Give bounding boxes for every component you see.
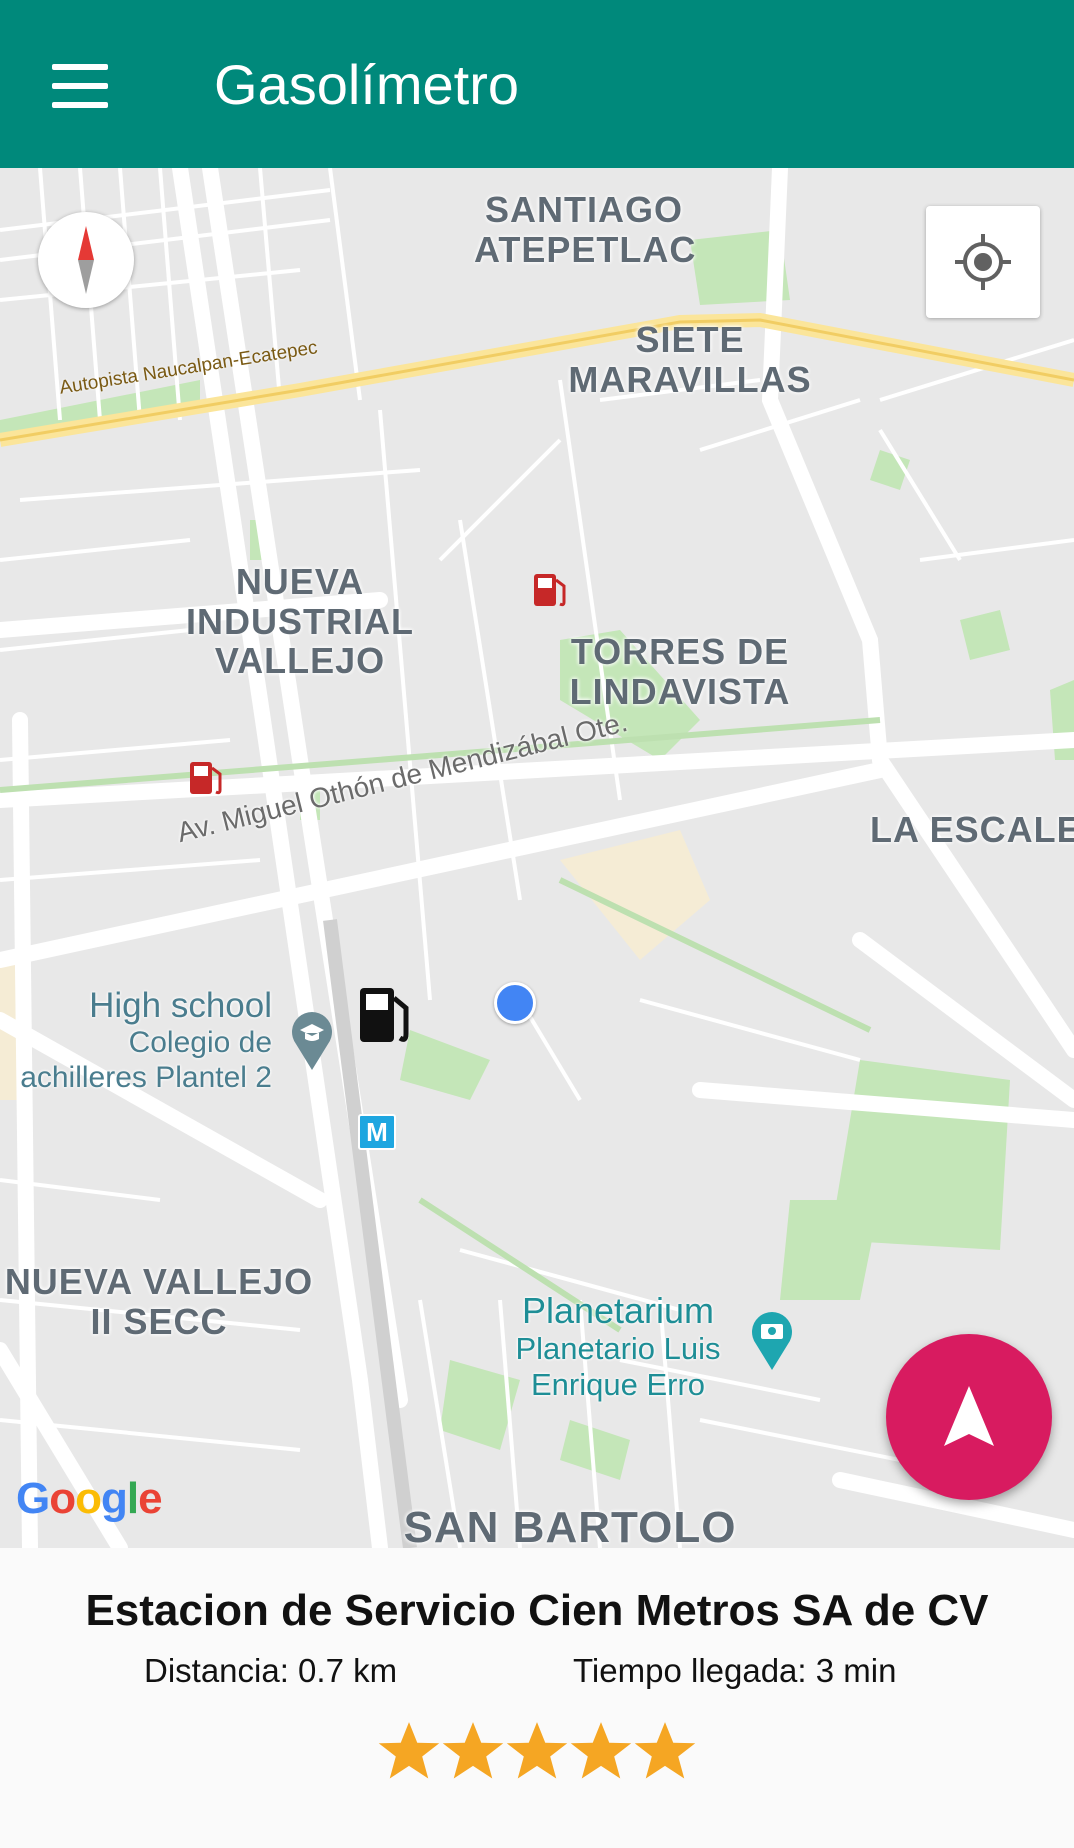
my-location-button[interactable] <box>926 206 1040 318</box>
navigate-button[interactable] <box>886 1334 1052 1500</box>
star-icon <box>378 1722 440 1779</box>
station-info-panel[interactable]: Estacion de Servicio Cien Metros SA de C… <box>0 1548 1074 1848</box>
label-torres-de-lindavista: TORRES DE LINDAVISTA <box>569 631 791 712</box>
star-icon <box>634 1722 696 1779</box>
station-name: Estacion de Servicio Cien Metros SA de C… <box>85 1586 989 1635</box>
label-la-escalera: LA ESCALE <box>870 810 1074 850</box>
star-icon <box>506 1722 568 1779</box>
compass-button[interactable] <box>38 212 134 308</box>
crosshair-icon <box>955 234 1011 290</box>
menu-icon[interactable] <box>40 50 120 122</box>
label-nueva-industrial-vallejo: NUEVA INDUSTRIAL VALLEJO <box>186 561 414 682</box>
metro-station-icon[interactable]: M <box>358 1114 396 1150</box>
camera-pin-icon[interactable] <box>748 1308 796 1372</box>
poi-planetarium[interactable]: Planetarium Planetario Luis Enrique Erro <box>500 1290 736 1403</box>
star-icon <box>570 1722 632 1779</box>
user-location-dot <box>494 982 536 1024</box>
selected-fuel-station-icon[interactable] <box>358 984 414 1046</box>
label-siete-maravillas: SIETE MARAVILLAS <box>568 319 812 400</box>
label-nueva-vallejo: NUEVA VALLEJO II SECC <box>4 1261 314 1342</box>
fuel-station-icon[interactable] <box>188 758 224 798</box>
station-distance: Distancia: 0.7 km <box>144 1652 398 1689</box>
compass-icon <box>78 226 94 294</box>
green-strip <box>558 877 872 1033</box>
station-eta: Tiempo llegada: 3 min <box>573 1652 897 1689</box>
station-rating <box>376 1718 698 1788</box>
app-bar: Gasolímetro <box>0 0 1074 168</box>
school-pin-icon[interactable] <box>288 1008 336 1072</box>
navigation-arrow-icon <box>944 1386 994 1446</box>
star-icon <box>442 1722 504 1779</box>
label-santiago-atepetlac: SANTIAGO ATEPETLAC <box>474 189 697 270</box>
fuel-station-icon[interactable] <box>532 570 568 610</box>
label-san-bartolo: SAN BARTOLO <box>403 1503 737 1548</box>
google-logo: Google <box>16 1474 163 1523</box>
poi-school[interactable]: High school Colegio de achilleres Plante… <box>0 986 272 1095</box>
app-title: Gasolímetro <box>214 53 519 116</box>
